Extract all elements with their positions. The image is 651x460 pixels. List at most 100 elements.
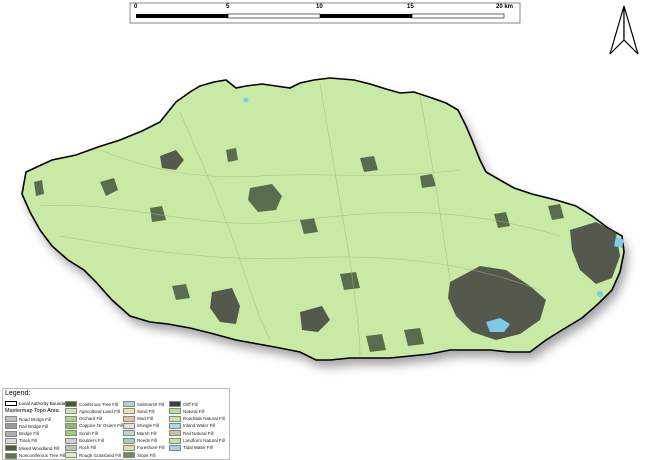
scale-tick-0: 0 bbox=[134, 4, 138, 10]
legend-swatch bbox=[65, 422, 77, 429]
legend-label: Natural Fill bbox=[183, 408, 205, 414]
legend-item: Roadside Natural Fill bbox=[169, 415, 225, 422]
legend-swatch bbox=[169, 408, 181, 415]
legend-label: Shingle Fill bbox=[137, 423, 160, 429]
legend-swatch bbox=[123, 452, 135, 459]
scale-tick-5: 5 bbox=[226, 4, 230, 10]
legend-boundary-item: Local Authority Boundary bbox=[5, 400, 69, 406]
legend-item: Inland Water Fill bbox=[169, 422, 216, 429]
legend-swatch bbox=[5, 423, 17, 430]
legend-label: Nonconiferous Tree Fill bbox=[19, 453, 66, 458]
legend-swatch bbox=[65, 430, 77, 437]
legend-item: Rough Grassland Fill bbox=[65, 452, 122, 459]
legend-item: Landform Natural Fill bbox=[169, 437, 225, 444]
legend-swatch bbox=[123, 444, 135, 451]
legend-item: Orchard Fill bbox=[65, 415, 103, 422]
legend-item: Cliff Fill bbox=[169, 401, 198, 407]
legend-label: Mud Fill bbox=[137, 416, 153, 422]
legend-swatch bbox=[5, 430, 17, 437]
legend-label: Boulders Fill bbox=[79, 438, 104, 443]
legend-label: Road Bridge Fill bbox=[19, 416, 52, 422]
legend-label: Foreshore Fill bbox=[137, 445, 165, 451]
legend-title: Legend: bbox=[5, 390, 31, 397]
legend-swatch bbox=[123, 415, 135, 422]
legend-item: Bridge Fill bbox=[5, 430, 40, 437]
legend-label: Reeds Fill bbox=[137, 438, 158, 443]
scale-tick-10: 10 bbox=[316, 4, 323, 10]
legend-item: Rock Fill bbox=[65, 444, 97, 451]
legend-item: Boulders Fill bbox=[65, 437, 104, 444]
legend-boundary-label: Local Authority Boundary bbox=[19, 400, 70, 406]
legend-label: Saltmarsh Fill bbox=[137, 401, 165, 407]
legend-label: Track Fill bbox=[19, 438, 38, 444]
legend-label: Scrub Fill bbox=[79, 430, 98, 436]
legend-swatch bbox=[5, 416, 17, 422]
legend-label: Inland Water Fill bbox=[183, 423, 216, 429]
legend-label: Slope Fill bbox=[137, 452, 156, 458]
legend-item: Nonconiferous Tree Fill bbox=[5, 452, 66, 459]
scale-tick-20-km: 20 km bbox=[496, 4, 514, 10]
legend-label: Roadside Natural Fill bbox=[183, 416, 225, 422]
legend-panel: Legend: Local Authority Boundary Masterm… bbox=[2, 388, 230, 460]
legend-swatch bbox=[123, 430, 135, 437]
legend-item: Reeds Fill bbox=[123, 437, 158, 444]
legend-item: Sand Fill bbox=[123, 408, 155, 415]
legend-item: Track Fill bbox=[5, 437, 38, 444]
legend-swatch bbox=[123, 422, 135, 429]
legend-item: Tidal Water Fill bbox=[169, 444, 213, 451]
legend-label: Agricultural Land Fill bbox=[79, 408, 120, 414]
legend-boundary-swatch bbox=[5, 400, 17, 406]
legend-swatch bbox=[5, 452, 17, 459]
legend-swatch bbox=[65, 401, 77, 407]
legend-item: Mud Fill bbox=[123, 415, 153, 422]
legend-label: Rough Grassland Fill bbox=[79, 452, 122, 458]
legend-label: Coniferous Tree Fill bbox=[79, 401, 119, 407]
legend-label: Orchard Fill bbox=[79, 416, 103, 422]
legend-item: Slope Fill bbox=[123, 452, 156, 459]
legend-item: Rail Bridge Fill bbox=[5, 423, 49, 430]
legend-swatch bbox=[123, 401, 135, 407]
legend-item: Scrub Fill bbox=[65, 430, 98, 437]
legend-label: Bridge Fill bbox=[19, 431, 40, 437]
legend-swatch bbox=[65, 437, 77, 444]
legend-item: Road Bridge Fill bbox=[5, 416, 51, 422]
legend-label: Rail Bridge Fill bbox=[19, 423, 49, 429]
north-arrow-icon bbox=[609, 5, 639, 55]
legend-label: Sand Fill bbox=[137, 408, 155, 414]
legend-label: Mixed Woodland Fill bbox=[19, 445, 60, 451]
legend-swatch bbox=[65, 444, 77, 451]
legend-item: Coniferous Tree Fill bbox=[65, 401, 118, 407]
legend-swatch bbox=[123, 437, 135, 444]
legend-subtitle: Mastermap Topo Area bbox=[5, 408, 59, 414]
scale-tick-15: 15 bbox=[407, 4, 414, 10]
legend-label: Coppice Or Osiers Fill bbox=[79, 423, 124, 429]
legend-label: Marsh Fill bbox=[137, 430, 157, 436]
legend-item: Coppice Or Osiers Fill bbox=[65, 422, 124, 429]
legend-label: Tidal Water Fill bbox=[183, 445, 213, 451]
legend-swatch bbox=[169, 444, 181, 451]
legend-swatch bbox=[169, 415, 181, 422]
legend-swatch bbox=[169, 430, 181, 437]
legend-item: Rail Natural Fill bbox=[169, 430, 214, 437]
legend-item: Mixed Woodland Fill bbox=[5, 445, 60, 452]
legend-label: Landform Natural Fill bbox=[183, 438, 225, 443]
legend-swatch bbox=[169, 422, 181, 429]
legend-item: Natural Fill bbox=[169, 408, 205, 415]
legend-swatch bbox=[65, 452, 77, 459]
legend-label: Cliff Fill bbox=[183, 401, 198, 407]
legend-label: Rock Fill bbox=[79, 445, 97, 451]
legend-item: Shingle Fill bbox=[123, 422, 160, 429]
legend-swatch bbox=[169, 437, 181, 444]
legend-swatch bbox=[5, 445, 17, 452]
legend-item: Marsh Fill bbox=[123, 430, 157, 437]
legend-item: Agricultural Land Fill bbox=[65, 408, 120, 415]
legend-item: Foreshore Fill bbox=[123, 444, 165, 451]
legend-swatch bbox=[65, 415, 77, 422]
legend-swatch bbox=[65, 408, 77, 415]
legend-item: Saltmarsh Fill bbox=[123, 401, 164, 407]
legend-label: Rail Natural Fill bbox=[183, 430, 214, 436]
legend-swatch bbox=[123, 408, 135, 415]
legend-swatch bbox=[5, 437, 17, 444]
legend-swatch bbox=[169, 401, 181, 407]
scale-bar bbox=[129, 2, 521, 24]
